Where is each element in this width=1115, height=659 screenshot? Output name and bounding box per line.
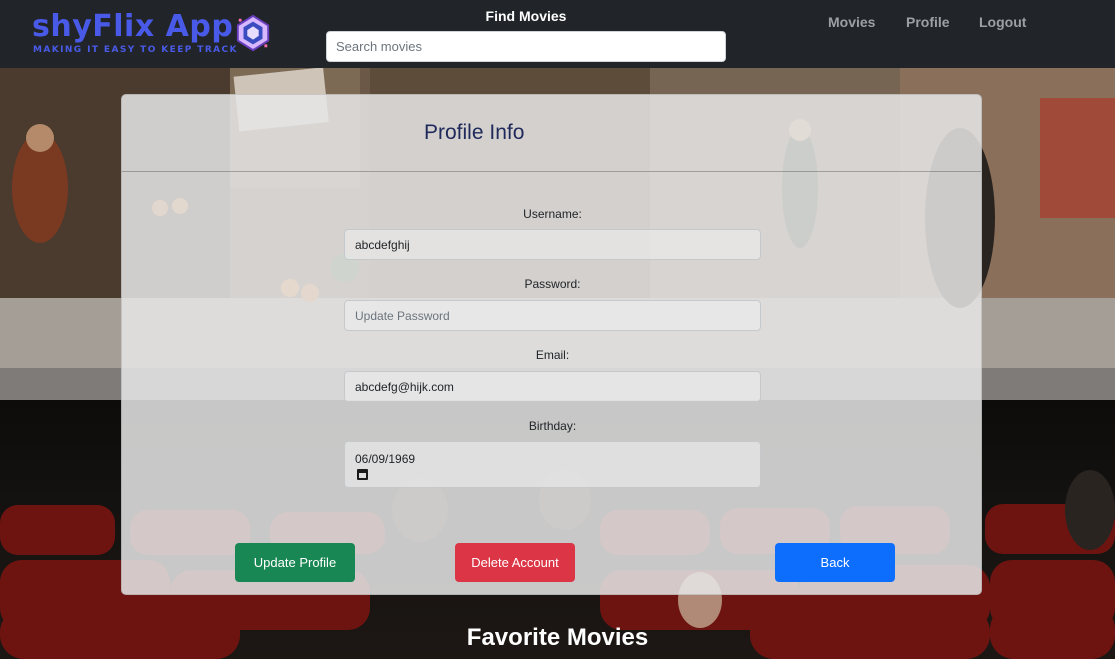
favorite-movies-heading: Favorite Movies [466, 624, 649, 651]
username-field[interactable] [344, 229, 761, 260]
birthday-field[interactable]: 06/09/1969 [344, 441, 761, 488]
nav-link-profile[interactable]: Profile [906, 14, 950, 30]
search-input[interactable] [326, 31, 726, 62]
profile-title: Profile Info [424, 121, 525, 144]
back-button[interactable]: Back [775, 543, 895, 582]
nav-link-movies[interactable]: Movies [828, 14, 875, 30]
find-movies-heading: Find Movies [485, 8, 567, 24]
email-field[interactable] [344, 371, 761, 402]
search-area: Find Movies [326, 6, 726, 62]
navbar: shyFlix App MAKING IT EASY TO KEEP TRACK… [0, 0, 1115, 68]
brand-title: shyFlix App [32, 9, 234, 44]
password-label: Password: [524, 277, 581, 291]
brand-tagline: MAKING IT EASY TO KEEP TRACK [33, 45, 238, 55]
calendar-icon[interactable] [357, 469, 368, 480]
profile-card: Profile Info Username: Password: Email: … [121, 94, 982, 595]
username-label: Username: [523, 207, 582, 221]
update-profile-button[interactable]: Update Profile [235, 543, 355, 582]
film-cube-icon [236, 14, 270, 52]
birthday-value: 06/09/1969 [355, 452, 416, 466]
nav-link-logout[interactable]: Logout [979, 14, 1026, 30]
password-field[interactable] [344, 300, 761, 331]
email-label: Email: [535, 348, 570, 362]
birthday-label: Birthday: [528, 419, 577, 433]
profile-card-header: Profile Info [122, 95, 981, 172]
delete-account-button[interactable]: Delete Account [455, 543, 575, 582]
